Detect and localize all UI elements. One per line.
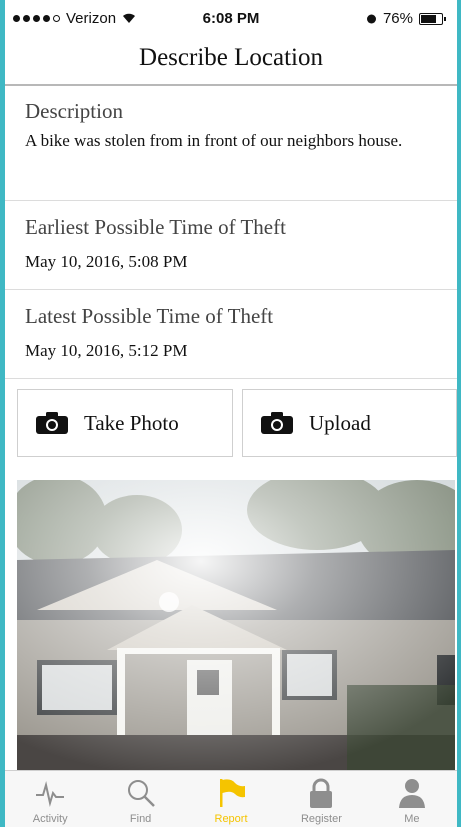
earliest-time-value[interactable]: May 10, 2016, 5:08 PM (25, 251, 437, 272)
tab-activity-label: Activity (32, 813, 68, 825)
tab-activity[interactable]: Activity (5, 771, 95, 827)
tab-report-label: Report (214, 813, 248, 825)
description-field[interactable]: Description A bike was stolen from in fr… (5, 86, 457, 201)
tab-register[interactable]: Register (276, 771, 366, 827)
description-label: Description (25, 99, 123, 123)
location-photo[interactable] (17, 480, 455, 770)
take-photo-button[interactable]: Take Photo (17, 389, 233, 457)
battery-icon (419, 12, 446, 25)
tab-find-label: Find (129, 813, 152, 825)
earliest-time-field[interactable]: Earliest Possible Time of Theft May 10, … (5, 201, 457, 290)
take-photo-label: Take Photo (84, 410, 179, 435)
camera-icon (36, 412, 68, 434)
search-icon (127, 780, 155, 807)
nav-bar: Describe Location (5, 36, 457, 86)
tab-me-label: Me (404, 813, 420, 825)
tab-me[interactable]: Me (367, 771, 457, 827)
tab-bar: Activity Find Report Register Me (5, 770, 457, 827)
page-title: Describe Location (139, 44, 323, 71)
tab-register-label: Register (300, 813, 342, 825)
upload-label: Upload (309, 410, 371, 435)
description-value[interactable]: A bike was stolen from in front of our n… (25, 130, 437, 151)
battery-percent: 76% (382, 10, 413, 27)
upload-button[interactable]: Upload (242, 389, 457, 457)
latest-time-label: Latest Possible Time of Theft (25, 304, 274, 328)
camera-icon (261, 412, 293, 434)
lock-icon (310, 778, 333, 808)
tab-find[interactable]: Find (95, 771, 185, 827)
battery-group: 76% (366, 10, 446, 27)
phone-screen: Verizon 6:08 PM 76% Describe Location De… (5, 0, 457, 827)
activity-icon (36, 781, 65, 807)
flag-icon (220, 779, 246, 807)
latest-time-value[interactable]: May 10, 2016, 5:12 PM (25, 340, 437, 361)
tab-report[interactable]: Report (186, 771, 276, 827)
alarm-icon (366, 14, 376, 24)
earliest-time-label: Earliest Possible Time of Theft (25, 215, 286, 239)
latest-time-field[interactable]: Latest Possible Time of Theft May 10, 20… (5, 290, 457, 379)
house-photo-image (17, 480, 455, 770)
status-bar: Verizon 6:08 PM 76% (5, 0, 457, 36)
person-icon (398, 779, 425, 808)
